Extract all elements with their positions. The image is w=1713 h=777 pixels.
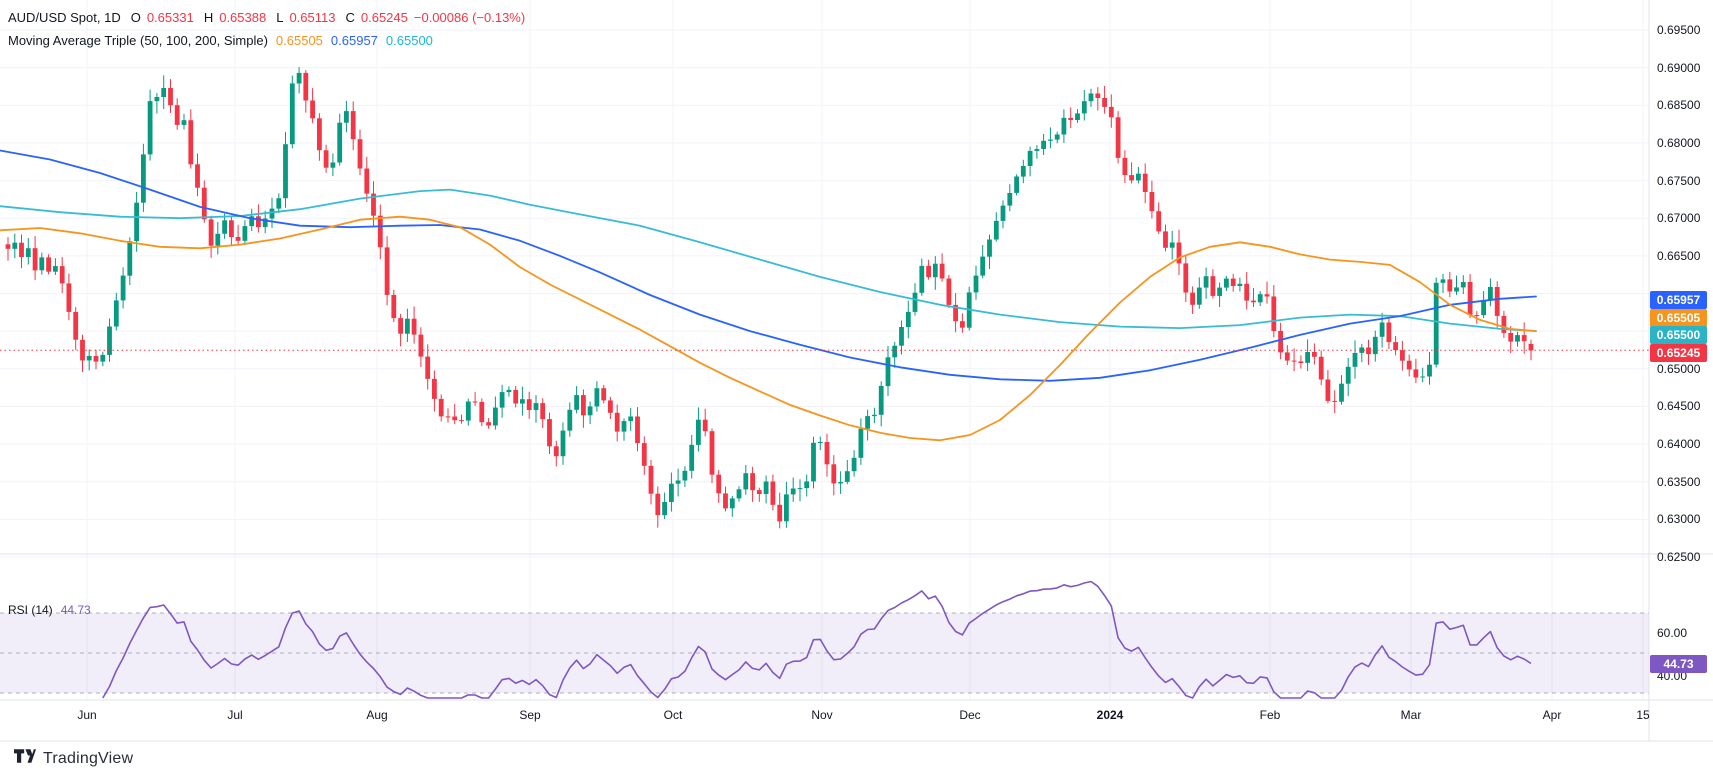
time-axis-label-jul: Jul: [227, 708, 242, 722]
time-axis-label-2024: 2024: [1097, 708, 1124, 722]
price-axis-label: 0.68500: [1657, 98, 1700, 112]
symbol-legend-row[interactable]: AUD/USD Spot, 1D O 0.65331 H 0.65388 L 0.65…: [8, 10, 525, 25]
time-axis-label-dec: Dec: [959, 708, 980, 722]
ma100-value: 0.65957: [331, 33, 378, 48]
open-label: O: [131, 10, 141, 25]
price-axis-label: 0.68000: [1657, 136, 1700, 150]
open-value: 0.65331: [147, 10, 194, 25]
tradingview-logo-icon: [14, 749, 36, 768]
price-badge: 0.65957: [1650, 291, 1707, 309]
price-axis-label: 0.64500: [1657, 399, 1700, 413]
close-label: C: [345, 10, 354, 25]
price-badge: 0.65500: [1650, 326, 1707, 344]
rsi-title: RSI (14): [8, 603, 53, 617]
ma200-value: 0.65500: [386, 33, 433, 48]
ma50-value: 0.65505: [276, 33, 323, 48]
ma-legend-row[interactable]: Moving Average Triple (50, 100, 200, Sim…: [8, 33, 433, 48]
price-axis-label: 0.65000: [1657, 362, 1700, 376]
price-axis-label: 0.63000: [1657, 512, 1700, 526]
rsi-value-badge: 44.73: [1650, 655, 1707, 673]
tradingview-chart-window: AUD/USD Spot, 1D O 0.65331 H 0.65388 L 0.65…: [0, 0, 1713, 777]
time-axis-label-aug: Aug: [366, 708, 387, 722]
ma-title: Moving Average Triple (50, 100, 200, Sim…: [8, 33, 268, 48]
rsi-axis-label: 60.00: [1657, 626, 1687, 640]
tradingview-watermark[interactable]: TradingView: [14, 749, 133, 768]
symbol-title: AUD/USD Spot, 1D: [8, 10, 121, 25]
chart-canvas[interactable]: [0, 0, 1713, 777]
low-label: L: [276, 10, 283, 25]
price-axis-label: 0.63500: [1657, 475, 1700, 489]
low-value: 0.65113: [289, 10, 335, 25]
high-value: 0.65388: [219, 10, 266, 25]
time-axis-label-feb: Feb: [1260, 708, 1281, 722]
high-label: H: [204, 10, 213, 25]
time-axis-label-sep: Sep: [519, 708, 540, 722]
time-axis-label-15: 15: [1636, 708, 1649, 722]
price-axis-label: 0.64000: [1657, 437, 1700, 451]
time-axis-label-oct: Oct: [664, 708, 683, 722]
time-axis-label-nov: Nov: [811, 708, 832, 722]
rsi-legend-row[interactable]: RSI (14) 44.73: [8, 603, 91, 617]
time-axis-label-mar: Mar: [1401, 708, 1422, 722]
price-axis-label: 0.69000: [1657, 61, 1700, 75]
price-axis-label: 0.66500: [1657, 249, 1700, 263]
time-axis-label-apr: Apr: [1543, 708, 1562, 722]
change-value: −0.00086 (−0.13%): [414, 10, 525, 25]
price-badge: 0.65245: [1650, 344, 1707, 362]
rsi-value: 44.73: [61, 603, 91, 617]
tradingview-logo-text: TradingView: [43, 750, 133, 768]
price-axis-label: 0.62500: [1657, 550, 1700, 564]
price-axis-label: 0.67000: [1657, 211, 1700, 225]
close-value: 0.65245: [361, 10, 408, 25]
price-badge: 0.65505: [1650, 309, 1707, 327]
time-axis-label-jun: Jun: [77, 708, 96, 722]
price-axis-label: 0.69500: [1657, 23, 1700, 37]
price-axis-label: 0.67500: [1657, 174, 1700, 188]
